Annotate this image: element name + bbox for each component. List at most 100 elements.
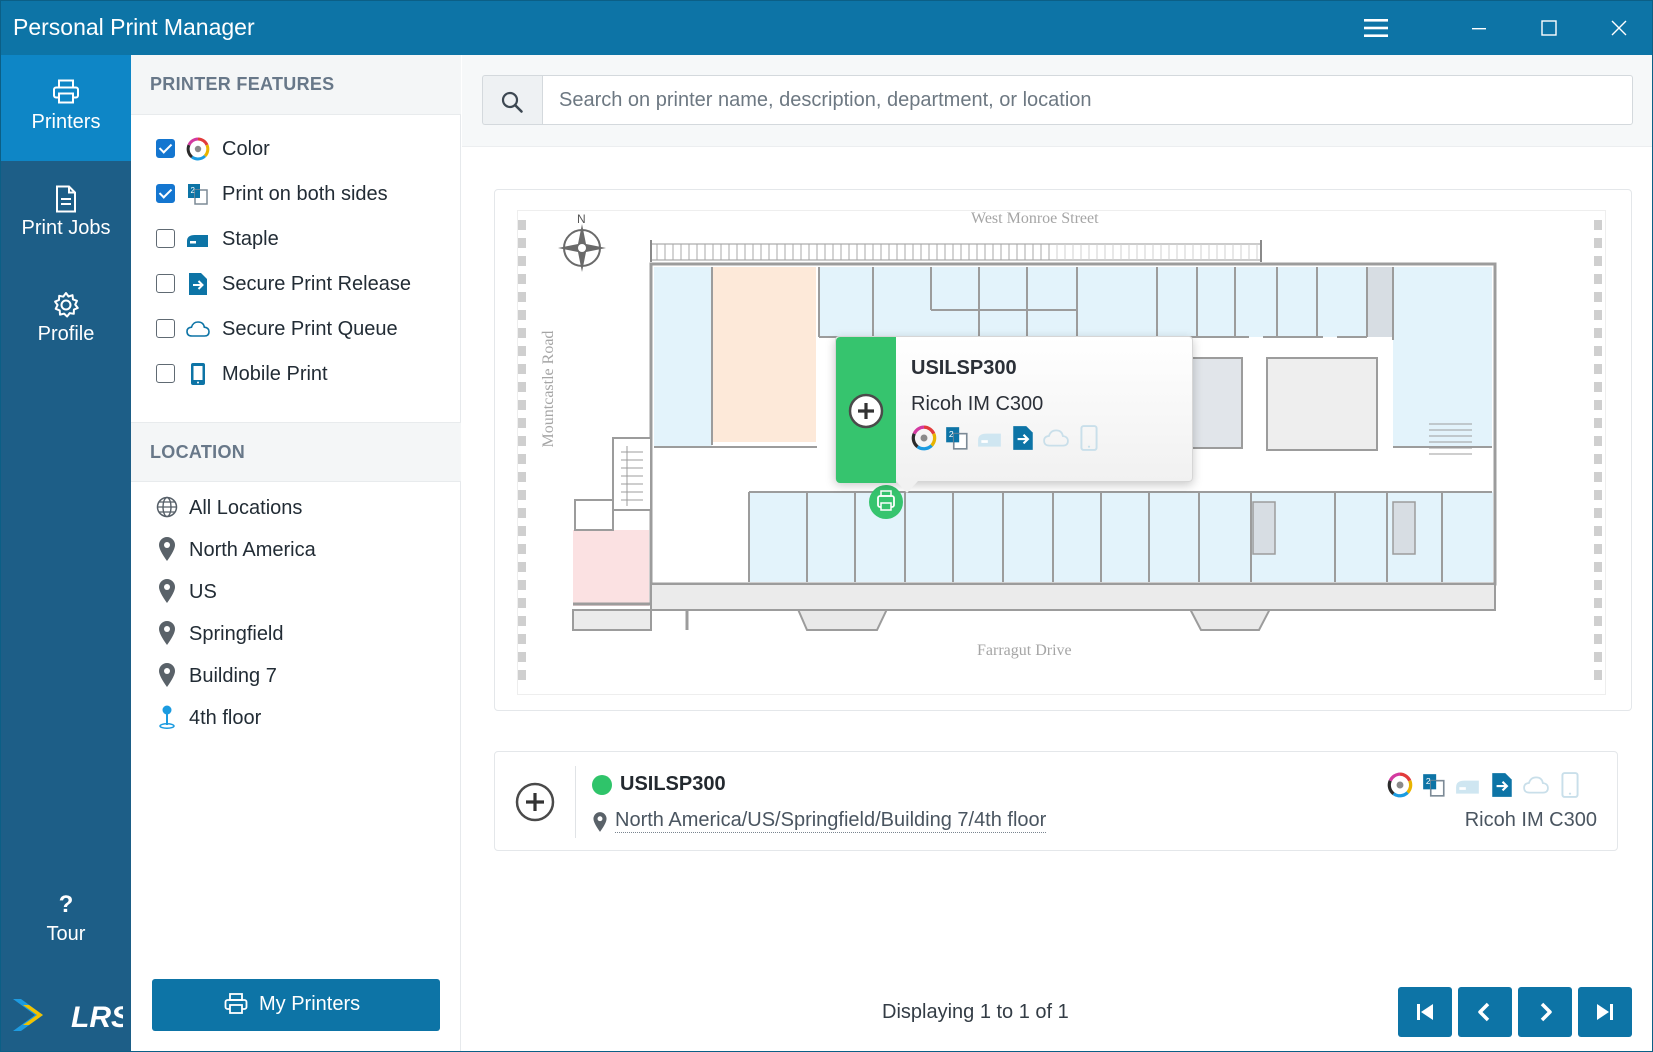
minimize-button[interactable]	[1448, 1, 1510, 55]
stapler-icon	[1455, 772, 1481, 798]
floor-map[interactable]: N West Monroe Street Farragut Drive Moun…	[494, 189, 1632, 711]
result-printer-model: Ricoh IM C300	[1464, 809, 1597, 831]
feature-label-duplex: Print on both sides	[222, 183, 388, 205]
location-all[interactable]: All Locations	[156, 491, 456, 523]
location-label: All Locations	[189, 497, 303, 519]
filter-panel: PRINTER FEATURES Color 2 Print on both s…	[131, 55, 461, 1051]
location-label: Building 7	[189, 665, 277, 687]
popup-pointer	[896, 481, 918, 493]
secure-release-icon	[1010, 425, 1036, 451]
stapler-icon	[186, 227, 210, 251]
location-building-7[interactable]: Building 7	[156, 659, 456, 691]
mobile-icon	[1557, 772, 1583, 798]
street-north: West Monroe Street	[971, 210, 1099, 227]
feature-color[interactable]: Color	[156, 133, 456, 165]
nav-print-jobs[interactable]: Print Jobs	[1, 161, 131, 267]
feature-mobile[interactable]: Mobile Print	[156, 358, 456, 390]
feature-label-secure-queue: Secure Print Queue	[222, 318, 398, 340]
duplex-checkbox[interactable]	[156, 184, 175, 203]
mobile-icon	[1076, 425, 1102, 451]
stapler-icon	[977, 425, 1003, 451]
search-input[interactable]	[542, 75, 1633, 125]
maximize-button[interactable]	[1518, 1, 1580, 55]
menu-button[interactable]	[1345, 1, 1407, 55]
previous-page-button[interactable]	[1458, 987, 1512, 1037]
lrs-logo: LRS	[11, 991, 131, 1039]
search-button[interactable]	[482, 75, 542, 125]
app-window: Personal Print Manager Printers Print Jo…	[0, 0, 1653, 1052]
add-printer-button[interactable]	[848, 393, 884, 434]
first-page-button[interactable]	[1398, 987, 1452, 1037]
color-wheel-icon	[186, 137, 210, 161]
floor-pin-icon	[156, 704, 178, 730]
location-north-america[interactable]: North America	[156, 533, 456, 565]
pagination-status: Displaying 1 to 1 of 1	[882, 1001, 1069, 1023]
location-heading: LOCATION	[131, 422, 461, 482]
result-feature-icons: 2	[1387, 772, 1587, 798]
printer-popup[interactable]: USILSP300 Ricoh IM C300 2	[835, 336, 1193, 493]
document-icon	[55, 185, 77, 218]
my-printers-button[interactable]: My Printers	[152, 979, 440, 1031]
street-west: Mountcastle Road	[540, 330, 557, 448]
gear-icon	[52, 291, 80, 324]
color-wheel-icon	[1387, 772, 1413, 798]
mobile-icon	[186, 362, 210, 386]
nav-label-printers: Printers	[31, 111, 101, 133]
location-label: Springfield	[189, 623, 284, 645]
feature-label-color: Color	[222, 138, 270, 160]
feature-secure-release[interactable]: Secure Print Release	[156, 268, 456, 300]
feature-staple[interactable]: Staple	[156, 223, 456, 255]
tour-label: Tour	[46, 923, 86, 945]
close-icon	[1611, 20, 1627, 36]
staple-checkbox[interactable]	[156, 229, 175, 248]
popup-printer-name: USILSP300	[911, 357, 1017, 379]
close-button[interactable]	[1588, 1, 1650, 55]
location-springfield[interactable]: Springfield	[156, 617, 456, 649]
secure-queue-checkbox[interactable]	[156, 319, 175, 338]
cloud-icon	[186, 317, 210, 341]
secure-release-checkbox[interactable]	[156, 274, 175, 293]
location-label: US	[189, 581, 217, 603]
result-location-link[interactable]: North America/US/Springfield/Building 7/…	[615, 809, 1047, 833]
feature-label-secure-release: Secure Print Release	[222, 273, 411, 295]
next-page-button[interactable]	[1518, 987, 1572, 1037]
color-checkbox[interactable]	[156, 139, 175, 158]
street-south: Farragut Drive	[977, 642, 1072, 659]
globe-icon	[156, 494, 178, 520]
cloud-icon	[1523, 772, 1549, 798]
title-bar: Personal Print Manager	[1, 1, 1652, 55]
svg-text:N: N	[577, 212, 586, 226]
mobile-checkbox[interactable]	[156, 364, 175, 383]
maximize-icon	[1541, 20, 1557, 36]
left-navigation: Printers Print Jobs Profile ? Tour LRS	[1, 55, 131, 1051]
duplex-icon: 2	[186, 182, 210, 206]
location-us[interactable]: US	[156, 575, 456, 607]
question-icon: ?	[58, 891, 74, 918]
tour-button[interactable]: ? Tour	[1, 891, 131, 961]
app-title: Personal Print Manager	[13, 14, 255, 40]
nav-profile[interactable]: Profile	[1, 267, 131, 373]
features-heading: PRINTER FEATURES	[131, 55, 461, 115]
main-content: N West Monroe Street Farragut Drive Moun…	[462, 55, 1652, 1051]
nav-printers[interactable]: Printers	[1, 55, 131, 161]
map-pin-icon	[156, 536, 178, 562]
location-label: 4th floor	[189, 707, 262, 729]
last-page-button[interactable]	[1578, 987, 1632, 1037]
feature-secure-queue[interactable]: Secure Print Queue	[156, 313, 456, 345]
printer-icon	[224, 993, 248, 1021]
search-bar	[462, 55, 1652, 147]
add-printer-button[interactable]	[515, 782, 555, 827]
nav-label-profile: Profile	[37, 323, 95, 345]
feature-label-mobile: Mobile Print	[222, 363, 328, 385]
feature-duplex[interactable]: 2 Print on both sides	[156, 178, 456, 210]
plus-circle-icon	[515, 782, 555, 826]
location-4th-floor[interactable]: 4th floor	[156, 701, 456, 733]
printer-result-row[interactable]: USILSP300 North America/US/Springfield/B…	[494, 751, 1618, 851]
minimize-icon	[1471, 20, 1487, 36]
secure-release-icon	[186, 272, 210, 296]
secure-release-icon	[1489, 772, 1515, 798]
duplex-icon: 2	[1421, 772, 1447, 798]
feature-label-staple: Staple	[222, 228, 279, 250]
map-pin-icon	[156, 620, 178, 646]
my-printers-label: My Printers	[259, 993, 361, 1015]
